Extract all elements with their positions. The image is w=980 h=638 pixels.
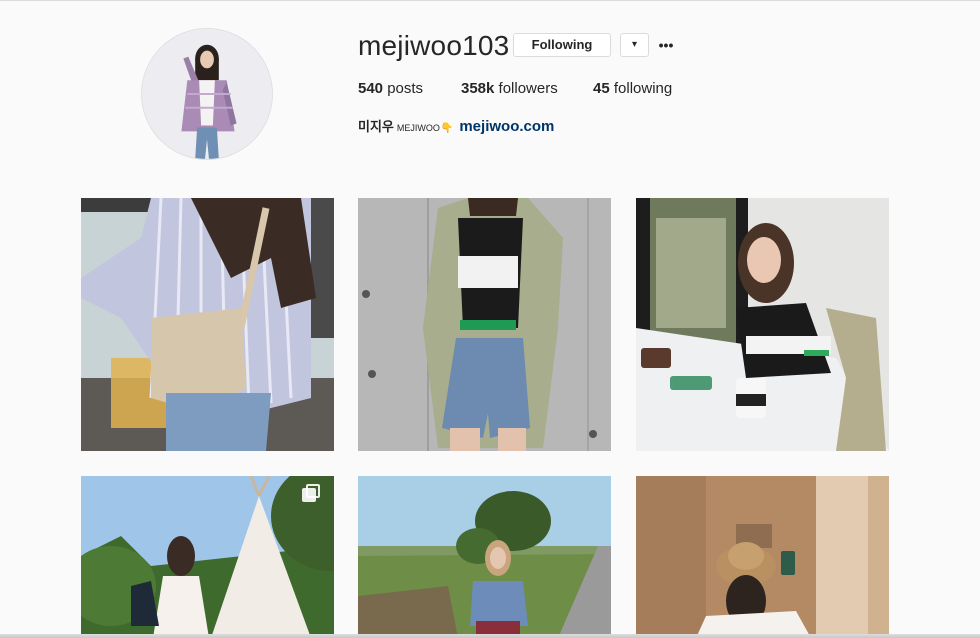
post-photo: [81, 476, 334, 638]
following-stat[interactable]: 45 following: [593, 80, 672, 97]
post-photo: [636, 476, 889, 638]
post-photo: [636, 198, 889, 451]
pointing-down-icon: 👇: [440, 123, 454, 134]
posts-stat: 540 posts: [358, 80, 423, 97]
profile-avatar[interactable]: [141, 28, 273, 160]
followers-label: followers: [494, 80, 558, 97]
chevron-down-icon: ▾: [631, 39, 638, 50]
followers-count: 358k: [461, 80, 495, 97]
post-photo: [81, 198, 334, 451]
bottom-edge: [0, 634, 980, 638]
bio-name: 미지우: [358, 119, 394, 134]
post-tile[interactable]: [636, 476, 889, 638]
following-label: following: [609, 80, 673, 97]
post-tile[interactable]: [358, 476, 611, 638]
avatar-photo: [142, 29, 272, 159]
post-tile[interactable]: [636, 198, 889, 451]
followers-stat[interactable]: 358k followers: [461, 80, 558, 97]
following-count: 45: [593, 80, 610, 97]
following-button[interactable]: Following: [513, 33, 611, 57]
profile-username: mejiwoo103: [358, 30, 510, 61]
post-photo: [358, 198, 611, 451]
post-tile[interactable]: [81, 198, 334, 451]
top-divider: [0, 0, 980, 1]
post-photo: [358, 476, 611, 638]
post-tile[interactable]: [358, 198, 611, 451]
profile-bio: 미지우 MEJIWOO👇 mejiwoo.com: [358, 116, 554, 135]
suggestions-dropdown-button[interactable]: ▾: [620, 33, 649, 57]
bio-tag: MEJIWOO: [396, 123, 440, 133]
posts-count: 540: [358, 80, 384, 97]
post-tile[interactable]: [81, 476, 334, 638]
carousel-icon: [302, 484, 320, 502]
more-options-button[interactable]: •••: [656, 36, 676, 54]
more-icon: •••: [658, 37, 674, 53]
posts-label: posts: [383, 80, 424, 97]
bio-website-link[interactable]: mejiwoo.com: [459, 118, 554, 135]
